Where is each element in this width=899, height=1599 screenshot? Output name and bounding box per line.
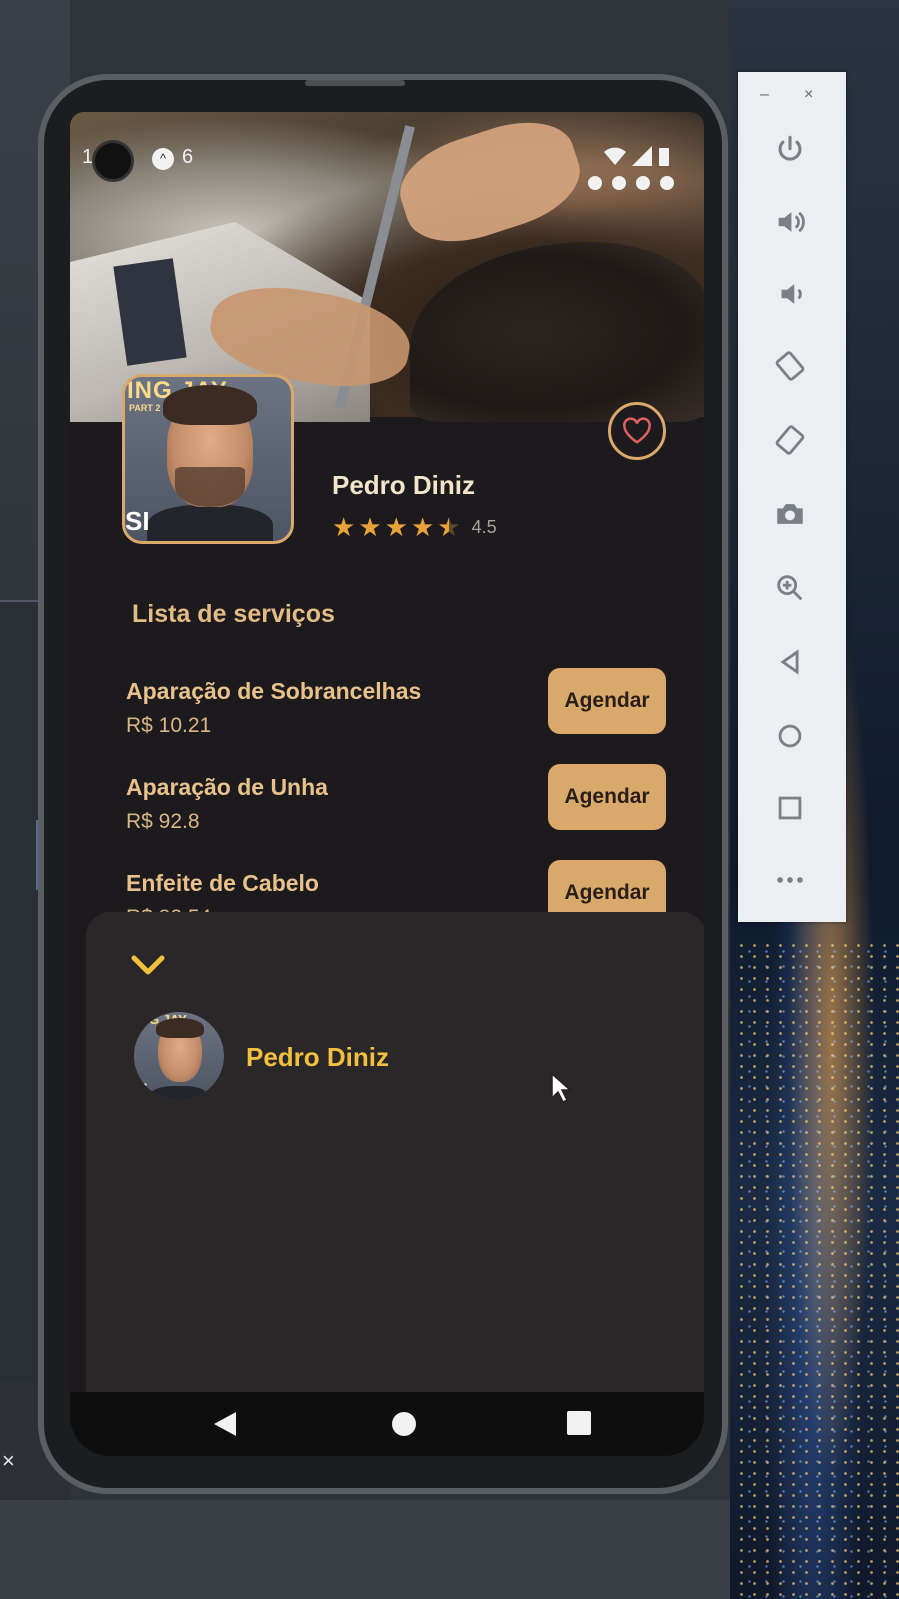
heart-icon	[623, 417, 651, 444]
status-dots	[588, 176, 674, 190]
barber-avatar: ING JAY PART 2 SI	[122, 374, 294, 544]
overview-icon[interactable]	[768, 786, 812, 830]
service-price: R$ 92.8	[126, 810, 200, 833]
volume-down-icon[interactable]	[768, 272, 812, 316]
signal-icon	[632, 146, 652, 166]
desktop-close-icon[interactable]: ×	[2, 1448, 15, 1474]
barber-name: Pedro Diniz	[332, 470, 476, 500]
favorite-button[interactable]	[608, 402, 666, 460]
minimize-button[interactable]: –	[760, 86, 769, 104]
power-icon[interactable]	[768, 128, 812, 172]
hero-hand	[388, 112, 592, 258]
wallpaper-lights	[735, 940, 899, 1599]
poster-text-bottom: SI	[134, 1080, 148, 1096]
service-name: Aparação de Unha	[126, 774, 328, 800]
hero-hair	[410, 242, 704, 422]
service-name: Enfeite de Cabelo	[126, 870, 319, 896]
service-item: Aparação de Sobrancelhas R$ 10.21 Agenda…	[126, 668, 666, 748]
close-button[interactable]: ×	[804, 86, 813, 104]
service-price: R$ 10.21	[126, 714, 212, 737]
avatar-body	[147, 505, 273, 541]
sheet-barber-name: Pedro Diniz	[246, 1042, 390, 1072]
poster-subtitle: PART 2	[129, 403, 161, 413]
star-icon: ★	[358, 512, 382, 542]
more-icon[interactable]	[768, 858, 812, 902]
emulator-toolbar: – ×	[738, 72, 846, 922]
status-notification: 6	[182, 146, 194, 168]
camera-icon[interactable]	[768, 492, 812, 536]
rating-value: 4.5	[471, 516, 497, 537]
zoom-icon[interactable]	[768, 566, 812, 610]
status-right-icons	[604, 146, 670, 166]
chevron-down-icon[interactable]	[130, 954, 166, 981]
back-icon[interactable]	[768, 640, 812, 684]
mouse-cursor-icon	[550, 1072, 572, 1109]
home-icon[interactable]	[768, 714, 812, 758]
avatar-body	[148, 1086, 210, 1100]
volume-up-icon[interactable]	[768, 200, 812, 244]
poster-text-bottom: SI	[125, 506, 150, 536]
sheet-avatar: ING JAY SI	[134, 1012, 224, 1100]
service-item: Aparação de Unha R$ 92.8 Agendar	[126, 764, 666, 844]
nav-home-icon[interactable]	[390, 1410, 418, 1443]
battery-icon	[659, 148, 669, 166]
avatar-hair	[156, 1018, 204, 1038]
status-app-icon: ^	[152, 148, 174, 170]
nav-back-icon[interactable]	[212, 1410, 238, 1443]
star-icon: ★	[332, 512, 356, 542]
rotate-left-icon[interactable]	[768, 344, 812, 388]
service-name: Aparação de Sobrancelhas	[126, 678, 422, 704]
schedule-button[interactable]: Agendar	[548, 764, 666, 830]
navigation-bar	[70, 1392, 704, 1456]
front-camera	[92, 140, 134, 182]
avatar-hair	[163, 385, 257, 425]
schedule-button[interactable]: Agendar	[548, 668, 666, 734]
desktop-bottom-area	[0, 1500, 730, 1599]
nav-overview-icon[interactable]	[566, 1410, 592, 1441]
phone-speaker	[305, 80, 405, 86]
rotate-right-icon[interactable]	[768, 418, 812, 462]
services-title: Lista de serviços	[132, 600, 335, 628]
wifi-icon	[604, 147, 626, 165]
star-icon: ★	[410, 512, 435, 542]
status-bar: 1 ^ 6	[70, 140, 704, 190]
star-icon: ★	[384, 512, 408, 542]
barber-rating: ★ ★ ★ ★ ★ 4.5	[332, 514, 497, 540]
bottom-sheet: ING JAY SI Pedro Diniz	[86, 912, 704, 1392]
app-screen: 1 ^ 6 ING JAY PART 2 SI Pedro Diniz ★ ★ …	[70, 112, 704, 1392]
avatar-beard	[175, 467, 245, 507]
star-half-icon: ★	[437, 512, 461, 542]
